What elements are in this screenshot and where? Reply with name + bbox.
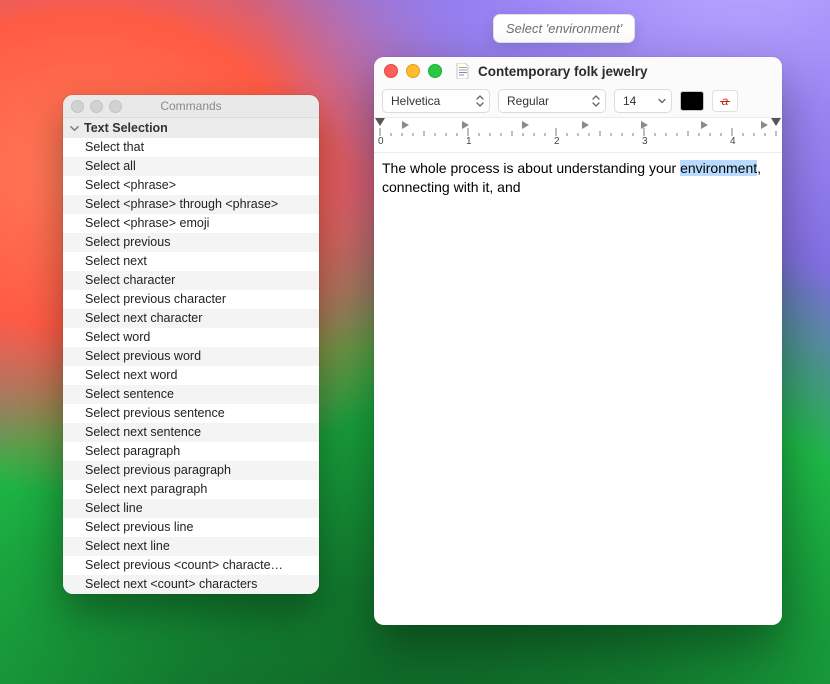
siri-suggestion-text: Select 'environment' <box>506 21 622 36</box>
editor-window: Contemporary folk jewelry Helvetica Regu… <box>374 57 782 625</box>
ruler-label: 3 <box>642 136 648 147</box>
command-row[interactable]: Select character <box>63 271 319 290</box>
minimize-icon[interactable] <box>406 64 420 78</box>
editor-titlebar[interactable]: Contemporary folk jewelry <box>374 57 782 85</box>
command-row[interactable]: Select next <box>63 252 319 271</box>
body-text-pre: The whole process is about understanding… <box>382 160 680 176</box>
command-row[interactable]: Select <phrase> emoji <box>63 214 319 233</box>
command-row[interactable]: Select previous sentence <box>63 404 319 423</box>
editor-window-title: Contemporary folk jewelry <box>478 64 648 79</box>
desktop-background: Select 'environment' Commands Text Selec… <box>0 0 830 684</box>
close-icon[interactable] <box>71 100 84 113</box>
window-controls-inactive[interactable] <box>71 100 122 113</box>
chevron-down-icon <box>656 97 667 105</box>
font-style-select[interactable]: Regular <box>498 89 606 113</box>
updown-icon <box>590 95 601 107</box>
command-row[interactable]: Select next line <box>63 537 319 556</box>
letter-a-icon: a <box>722 94 729 108</box>
updown-icon <box>474 95 485 107</box>
command-row[interactable]: Select next character <box>63 309 319 328</box>
strike-color-button[interactable]: a <box>712 90 738 112</box>
document-icon <box>456 63 470 79</box>
command-row[interactable]: Select previous character <box>63 290 319 309</box>
close-icon[interactable] <box>384 64 398 78</box>
command-row[interactable]: Select that <box>63 138 319 157</box>
command-row[interactable]: Select all <box>63 157 319 176</box>
zoom-icon[interactable] <box>428 64 442 78</box>
command-row[interactable]: Select sentence <box>63 385 319 404</box>
zoom-icon[interactable] <box>109 100 122 113</box>
font-family-select[interactable]: Helvetica <box>382 89 490 113</box>
font-style-value: Regular <box>507 94 549 108</box>
ruler-label: 0 <box>378 136 384 147</box>
command-row[interactable]: Select word <box>63 328 319 347</box>
body-text-highlight: environment <box>680 160 757 176</box>
ruler-label: 1 <box>466 136 472 147</box>
siri-suggestion-pill[interactable]: Select 'environment' <box>493 14 635 43</box>
command-row[interactable]: Select previous word <box>63 347 319 366</box>
font-family-value: Helvetica <box>391 94 440 108</box>
commands-list: Select thatSelect allSelect <phrase>Sele… <box>63 138 319 594</box>
command-row[interactable]: Select line <box>63 499 319 518</box>
command-row[interactable]: Select next paragraph <box>63 480 319 499</box>
window-controls <box>384 64 442 78</box>
command-row[interactable]: Select previous <count> characte… <box>63 556 319 575</box>
ruler-label: 2 <box>554 136 560 147</box>
commands-section-title: Text Selection <box>84 121 168 135</box>
command-row[interactable]: Select <phrase> <box>63 176 319 195</box>
commands-titlebar[interactable]: Commands <box>63 95 319 118</box>
text-color-well[interactable] <box>680 91 704 111</box>
editor-toolbar: Helvetica Regular 14 a <box>374 85 782 118</box>
ruler[interactable]: 0 1 2 3 4 <box>374 118 782 153</box>
command-row[interactable]: Select previous <box>63 233 319 252</box>
font-size-value: 14 <box>623 94 636 108</box>
command-row[interactable]: Select previous line <box>63 518 319 537</box>
minimize-icon[interactable] <box>90 100 103 113</box>
editor-text-area[interactable]: The whole process is about understanding… <box>374 153 782 625</box>
ruler-ticks <box>374 118 782 138</box>
command-row[interactable]: Select next sentence <box>63 423 319 442</box>
command-row[interactable]: Select <phrase> through <phrase> <box>63 195 319 214</box>
command-row[interactable]: Select next <count> characters <box>63 575 319 594</box>
chevron-down-icon <box>69 123 79 133</box>
commands-window-title: Commands <box>160 99 221 113</box>
command-row[interactable]: Select previous paragraph <box>63 461 319 480</box>
command-row[interactable]: Select paragraph <box>63 442 319 461</box>
command-row[interactable]: Select next word <box>63 366 319 385</box>
font-size-select[interactable]: 14 <box>614 89 672 113</box>
commands-section-header[interactable]: Text Selection <box>63 118 319 138</box>
commands-window: Commands Text Selection Select thatSelec… <box>63 95 319 594</box>
ruler-label: 4 <box>730 136 736 147</box>
